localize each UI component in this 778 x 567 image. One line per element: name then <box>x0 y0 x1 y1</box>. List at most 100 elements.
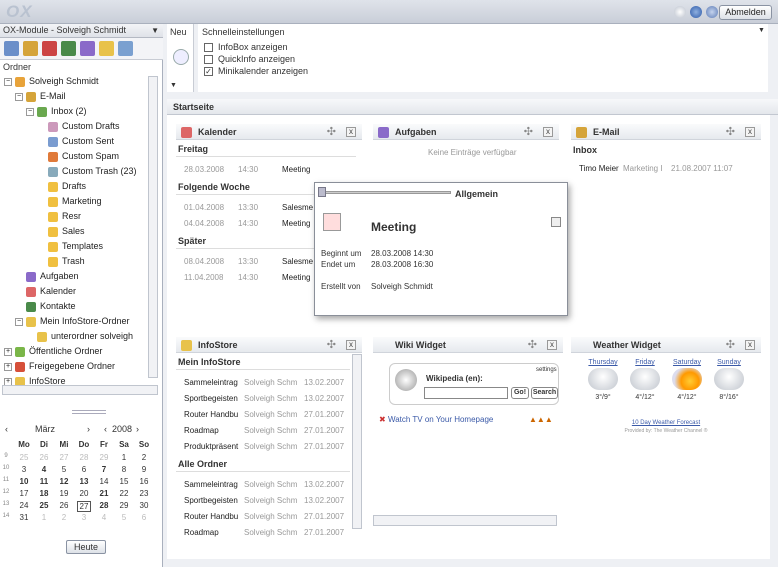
expand-toggle-icon[interactable]: − <box>4 77 12 86</box>
tree-item[interactable]: − Solveigh Schmidt <box>4 74 99 89</box>
refresh-icon[interactable] <box>674 6 686 18</box>
settings-link[interactable]: settings <box>536 367 557 373</box>
checkbox[interactable]: ✓ <box>204 67 213 77</box>
tasks-widget-header[interactable]: Aufgaben ✣ x <box>373 124 559 140</box>
calendar-day[interactable]: 16 <box>137 477 151 486</box>
move-icon[interactable]: ✣ <box>327 124 336 140</box>
move-icon[interactable]: ✣ <box>327 337 336 353</box>
settings-icon[interactable] <box>690 6 702 18</box>
close-icon[interactable]: x <box>346 127 356 137</box>
calendar-day[interactable]: 1 <box>37 513 51 522</box>
calendar-day[interactable]: 1 <box>117 453 131 462</box>
help-icon[interactable] <box>706 6 718 18</box>
logout-button[interactable]: Abmelden <box>719 5 772 20</box>
wikipedia-search-input[interactable] <box>424 387 508 399</box>
weather-day-name[interactable]: Friday <box>627 359 663 366</box>
calendar-day[interactable]: 30 <box>137 501 151 510</box>
tree-item[interactable]: Custom Trash (23) <box>37 164 137 179</box>
tasks-module-icon[interactable] <box>80 41 95 56</box>
calendar-day[interactable]: 2 <box>137 453 151 462</box>
email-widget-header[interactable]: E-Mail ✣ x <box>571 124 761 140</box>
quick-setting-option[interactable]: QuickInfo anzeigen <box>204 54 295 65</box>
tree-item[interactable]: + Öffentliche Ordner <box>4 344 102 359</box>
calendar-day[interactable]: 14 <box>97 477 111 486</box>
module-selector[interactable]: OX-Module - Solveigh Schmidt ▼ <box>0 24 163 38</box>
calendar-day[interactable]: 6 <box>137 513 151 522</box>
calendar-day[interactable]: 18 <box>37 489 51 498</box>
calendar-day[interactable]: 27 <box>77 501 91 512</box>
tree-item[interactable]: unterordner solveigh <box>26 329 133 344</box>
move-icon[interactable]: ✣ <box>528 337 537 353</box>
tree-item[interactable]: − E-Mail <box>15 89 66 104</box>
calendar-day[interactable]: 28 <box>97 501 111 510</box>
calendar-day[interactable]: 26 <box>37 453 51 462</box>
checkbox[interactable] <box>204 43 213 53</box>
next-year-icon[interactable]: › <box>136 424 139 434</box>
calendar-day[interactable]: 28 <box>77 453 91 462</box>
weather-day-name[interactable]: Saturday <box>669 359 705 366</box>
calendar-day[interactable]: 23 <box>137 489 151 498</box>
splitter-handle[interactable] <box>72 410 106 414</box>
calendar-day[interactable]: 25 <box>37 501 51 510</box>
calendar-day[interactable]: 29 <box>117 501 131 510</box>
forecast-link[interactable]: 10 Day Weather Forecast <box>571 420 761 426</box>
move-icon[interactable]: ✣ <box>726 124 735 140</box>
calendar-day[interactable]: 26 <box>57 501 71 510</box>
chevron-down-icon[interactable]: ▼ <box>758 27 765 34</box>
calendar-day[interactable]: 21 <box>97 489 111 498</box>
calendar-day[interactable]: 27 <box>57 453 71 462</box>
calendar-day[interactable]: 17 <box>17 489 31 498</box>
calendar-day[interactable]: 3 <box>17 465 31 474</box>
infostore-module-icon[interactable] <box>99 41 114 56</box>
prev-year-icon[interactable]: ‹ <box>104 424 107 434</box>
infostore-scrollbar[interactable] <box>352 354 362 529</box>
folder-tree-scrollbar[interactable] <box>148 76 158 378</box>
calendar-day[interactable]: 7 <box>97 465 111 474</box>
calendar-day[interactable]: 11 <box>37 477 51 486</box>
tree-item[interactable]: Templates <box>37 239 103 254</box>
tree-item[interactable]: Marketing <box>37 194 102 209</box>
expand-toggle-icon[interactable]: + <box>4 362 12 371</box>
tree-item[interactable]: Custom Sent <box>37 134 114 149</box>
infostore-widget-header[interactable]: InfoStore ✣ x <box>176 337 362 353</box>
popup-tab-slider[interactable] <box>321 191 451 194</box>
calendar-day[interactable]: 12 <box>57 477 71 486</box>
popup-tab-label[interactable]: Allgemein <box>455 189 498 199</box>
calendar-day[interactable]: 4 <box>37 465 51 474</box>
weather-day-name[interactable]: Thursday <box>585 359 621 366</box>
calendar-day[interactable]: 2 <box>57 513 71 522</box>
calendar-day[interactable]: 22 <box>117 489 131 498</box>
calendar-day[interactable]: 4 <box>97 513 111 522</box>
tree-item[interactable]: Drafts <box>37 179 86 194</box>
close-icon[interactable]: x <box>745 340 755 350</box>
search-button[interactable]: Search <box>531 387 558 399</box>
tree-item[interactable]: Custom Spam <box>37 149 119 164</box>
calendar-day[interactable]: 10 <box>17 477 31 486</box>
calendar-day[interactable]: 6 <box>77 465 91 474</box>
wiki-hscrollbar[interactable] <box>373 515 557 526</box>
calendar-day[interactable]: 29 <box>97 453 111 462</box>
calendar-day[interactable]: 5 <box>117 513 131 522</box>
chevron-down-icon[interactable]: ▼ <box>170 82 177 89</box>
share-icons[interactable]: ▲▲▲ <box>529 415 553 424</box>
slider-handle[interactable] <box>318 187 326 197</box>
calendar-widget-header[interactable]: Kalender ✣ x <box>176 124 362 140</box>
calendar-module-icon[interactable] <box>42 41 57 56</box>
today-button[interactable]: Heute <box>66 540 106 554</box>
expand-toggle-icon[interactable]: − <box>15 317 23 326</box>
new-item-icon[interactable] <box>173 49 189 65</box>
portal-icon[interactable] <box>4 41 19 56</box>
move-icon[interactable]: ✣ <box>524 124 533 140</box>
contacts-module-icon[interactable] <box>61 41 76 56</box>
calendar-day[interactable]: 31 <box>17 513 31 522</box>
expand-toggle-icon[interactable]: − <box>15 92 23 101</box>
tree-item[interactable]: Custom Drafts <box>37 119 120 134</box>
tree-item[interactable]: − Mein InfoStore-Ordner <box>15 314 130 329</box>
calendar-day[interactable]: 24 <box>17 501 31 510</box>
close-icon[interactable]: x <box>346 340 356 350</box>
go-button[interactable]: Go! <box>511 387 529 399</box>
close-icon[interactable]: x <box>745 127 755 137</box>
chevron-down-icon[interactable]: ▼ <box>151 24 159 37</box>
tree-item[interactable]: Resr <box>37 209 81 224</box>
quick-setting-option[interactable]: ✓ Minikalender anzeigen <box>204 66 308 77</box>
